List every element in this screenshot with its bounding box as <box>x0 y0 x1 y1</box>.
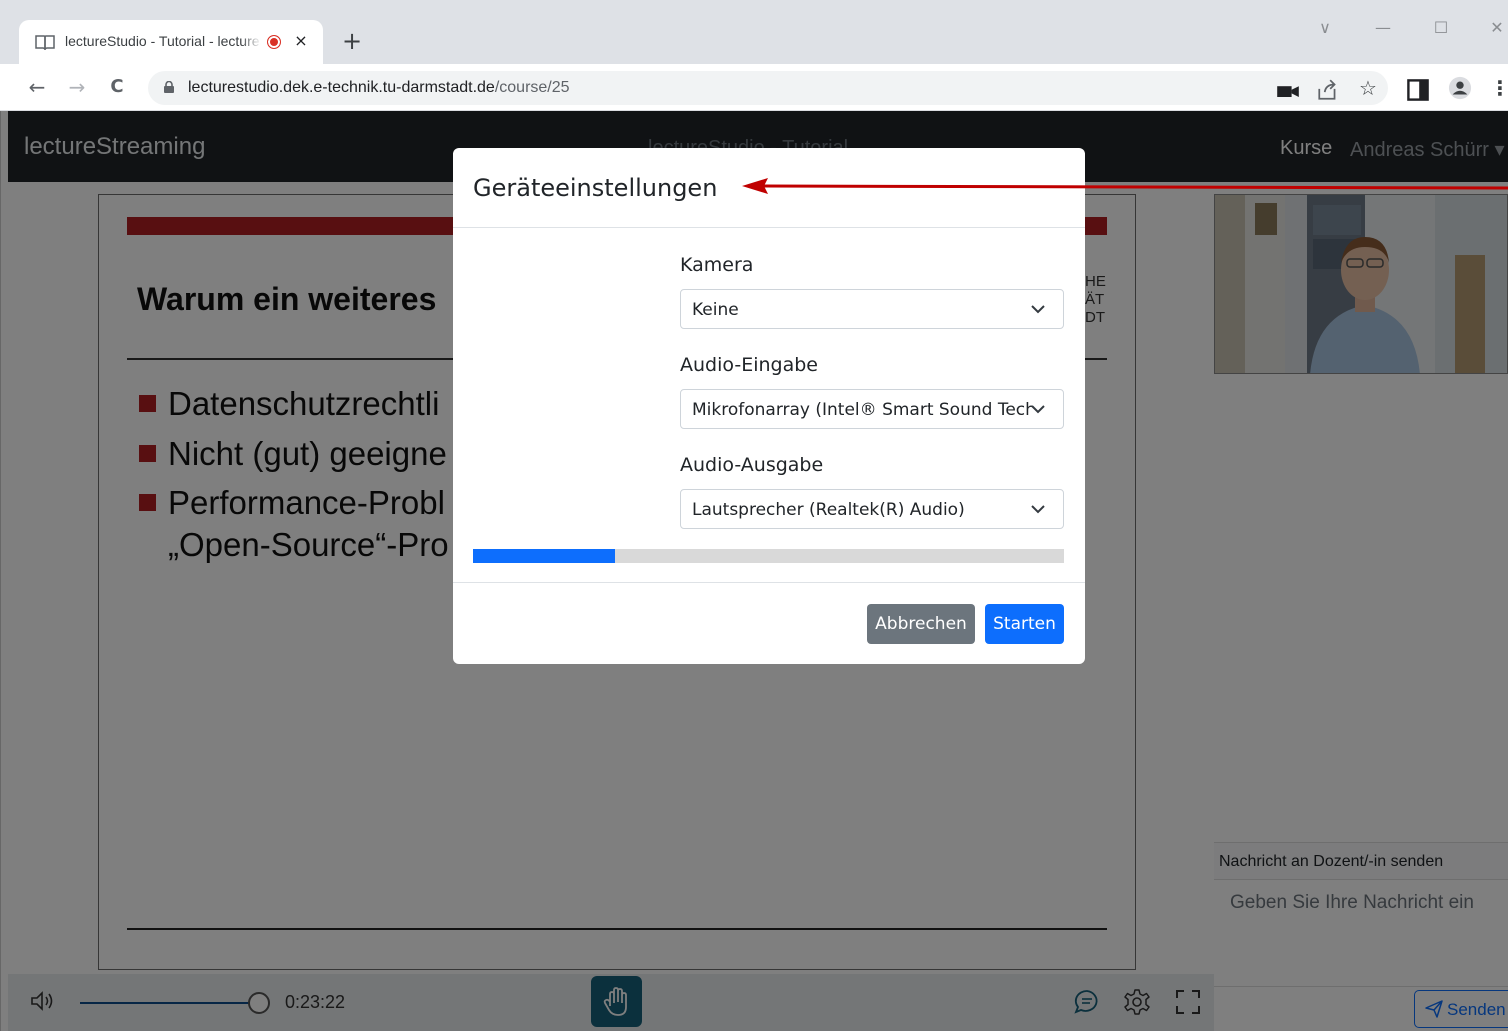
audio-output-select-value: Lautsprecher (Realtek(R) Audio) <box>692 500 965 520</box>
audio-level-fill <box>473 549 615 563</box>
lock-icon <box>164 81 174 93</box>
bookmark-star-icon[interactable]: ☆ <box>1356 76 1380 100</box>
camera-label: Kamera <box>680 254 754 276</box>
url-host: lecturestudio.dek.e-technik.tu-darmstadt… <box>188 79 495 96</box>
tab-search-icon[interactable]: ∨ <box>1310 18 1340 37</box>
start-button[interactable]: Starten <box>985 604 1064 644</box>
back-icon[interactable]: ← <box>24 74 50 100</box>
side-panel-icon[interactable] <box>1406 78 1430 102</box>
dialog-footer-divider <box>453 582 1085 583</box>
book-icon <box>35 35 55 50</box>
close-window-icon[interactable]: ✕ <box>1482 18 1508 37</box>
dialog-header-divider <box>453 227 1085 228</box>
chevron-down-icon <box>1031 505 1045 514</box>
url-text: lecturestudio.dek.e-technik.tu-darmstadt… <box>188 79 570 97</box>
chevron-down-icon <box>1031 405 1045 414</box>
tab-close-icon[interactable]: × <box>291 29 311 53</box>
audio-level-meter <box>473 549 1064 563</box>
browser-tabstrip: lectureStudio - Tutorial - lectureStudio… <box>0 0 1508 64</box>
cancel-button[interactable]: Abbrechen <box>867 604 975 644</box>
audio-input-select[interactable]: Mikrofonarray (Intel® Smart Sound Techno… <box>680 389 1064 429</box>
minimize-icon[interactable]: — <box>1368 18 1398 37</box>
camera-select-value: Keine <box>692 300 739 320</box>
maximize-icon[interactable]: ☐ <box>1426 18 1456 37</box>
screen: lectureStudio - Tutorial - lectureStudio… <box>0 0 1508 1031</box>
browser-toolbar: ← → C lecturestudio.dek.e-technik.tu-dar… <box>0 64 1508 111</box>
browser-tab[interactable]: lectureStudio - Tutorial - lectureStudio… <box>19 20 323 64</box>
annotation-arrow <box>742 178 1508 194</box>
audio-output-label: Audio-Ausgabe <box>680 454 824 476</box>
new-tab-button[interactable]: + <box>338 28 366 56</box>
camera-in-use-icon[interactable] <box>1276 79 1300 103</box>
recording-indicator-icon <box>267 35 281 49</box>
address-bar[interactable]: lecturestudio.dek.e-technik.tu-darmstadt… <box>148 71 1388 105</box>
tab-title: lectureStudio - Tutorial - lectureStudio <box>65 33 261 49</box>
audio-input-select-value: Mikrofonarray (Intel® Smart Sound Techno… <box>692 400 1032 420</box>
reload-icon[interactable]: C <box>104 74 130 100</box>
dialog-title: Geräteeinstellungen <box>473 174 718 202</box>
url-path: /course/25 <box>494 79 570 96</box>
forward-icon[interactable]: → <box>64 74 90 100</box>
share-icon[interactable] <box>1316 78 1340 102</box>
profile-avatar-icon[interactable] <box>1448 76 1472 100</box>
chevron-down-icon <box>1031 305 1045 314</box>
browser-menu-icon[interactable]: ⋮ <box>1488 76 1508 100</box>
audio-output-select[interactable]: Lautsprecher (Realtek(R) Audio) <box>680 489 1064 529</box>
audio-input-label: Audio-Eingabe <box>680 354 818 376</box>
device-settings-dialog: Geräteeinstellungen Kamera Keine Audio-E… <box>453 148 1085 664</box>
camera-select[interactable]: Keine <box>680 289 1064 329</box>
